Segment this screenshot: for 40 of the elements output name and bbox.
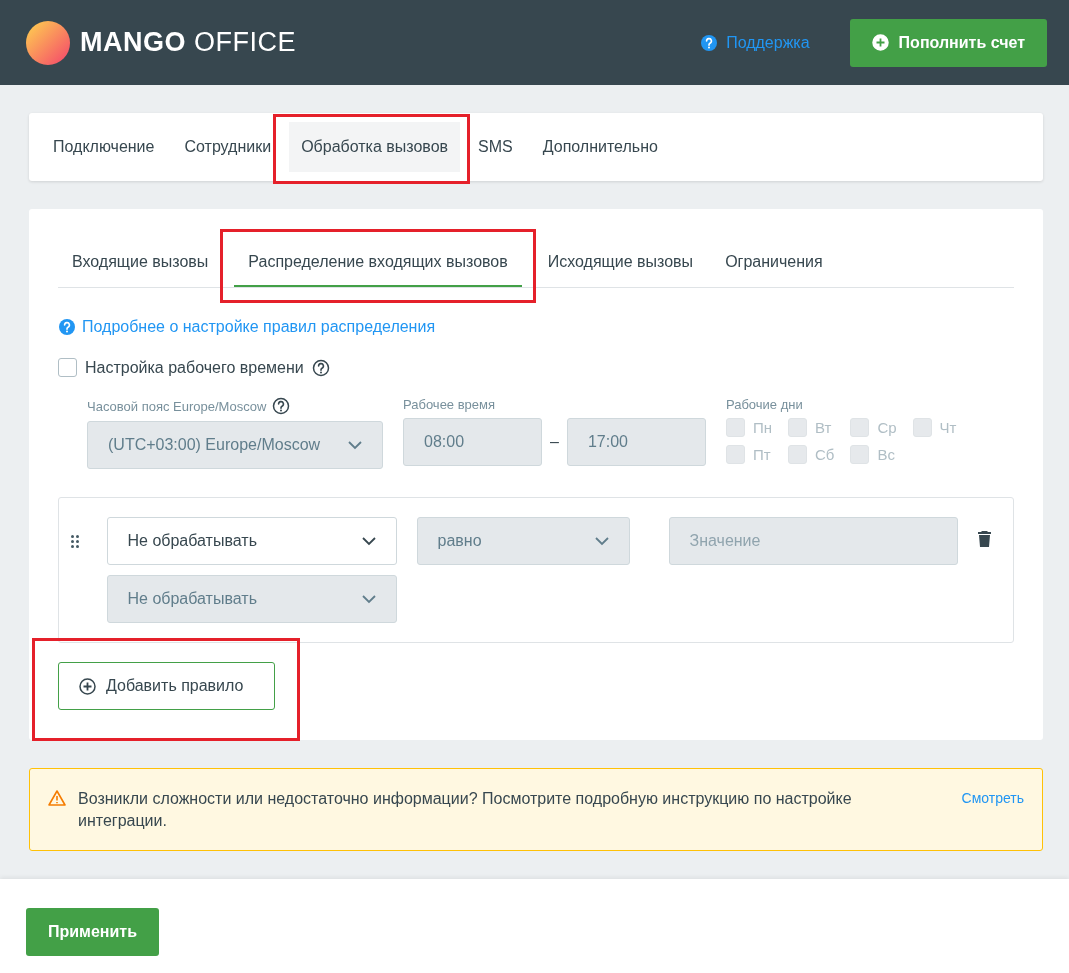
- field-select[interactable]: Не обрабатывать: [106, 517, 397, 565]
- alert-text: Возникли сложности или недостаточно информации? Посмотрите подробную инструкцию по настройке интеграции.: [78, 789, 853, 831]
- chevron-down-icon: [361, 536, 376, 546]
- chevron-down-icon: [348, 440, 362, 450]
- sub-tab[interactable]: Исходящие вызовы: [533, 239, 708, 287]
- range-separator: –: [550, 433, 559, 451]
- day-label: Вт: [815, 419, 832, 436]
- drag-handle-icon[interactable]: [71, 535, 79, 548]
- chevron-down-icon: [361, 594, 376, 604]
- checkbox[interactable]: [58, 358, 77, 377]
- plus-circle-icon: [79, 677, 96, 695]
- day-label: Вс: [877, 446, 895, 463]
- day-label: Ср: [877, 419, 897, 436]
- field-label: Рабочие дни: [725, 397, 804, 412]
- field-label: Рабочее время: [403, 397, 497, 412]
- help-icon: [311, 358, 330, 377]
- nav-tab[interactable]: Дополнительно: [530, 122, 670, 172]
- plus-circle-icon: [871, 34, 889, 51]
- help-icon: [58, 318, 76, 336]
- nav-tab[interactable]: SMS: [466, 122, 525, 172]
- field-label: Часовой пояс Europe/Moscow: [87, 398, 267, 414]
- nav-tab[interactable]: Обработка вызовов: [289, 122, 461, 172]
- checkbox-label: Настройка рабочего времени: [85, 358, 304, 377]
- day-label: Пт: [752, 446, 771, 463]
- day-label: Чт: [939, 419, 957, 436]
- sub-tab[interactable]: Ограничения: [711, 239, 837, 287]
- help-icon: [272, 397, 291, 415]
- warning-icon: [48, 790, 66, 806]
- sub-tab[interactable]: Входящие вызовы: [58, 239, 223, 287]
- logo-text: MANGO OFFICE: [80, 27, 296, 58]
- help-icon: [700, 33, 719, 52]
- logo-icon: [26, 20, 70, 65]
- chevron-down-icon: [594, 536, 609, 546]
- day-label: Сб: [815, 446, 835, 463]
- add-rule-button[interactable]: Добавить правило: [58, 662, 275, 710]
- sub-tab[interactable]: Распределение входящих вызовов: [234, 239, 522, 287]
- nav-tab[interactable]: Сотрудники: [172, 122, 284, 172]
- trash-icon[interactable]: [977, 531, 991, 547]
- day-label: Пн: [752, 419, 772, 436]
- nav-tab[interactable]: Подключение: [41, 122, 167, 172]
